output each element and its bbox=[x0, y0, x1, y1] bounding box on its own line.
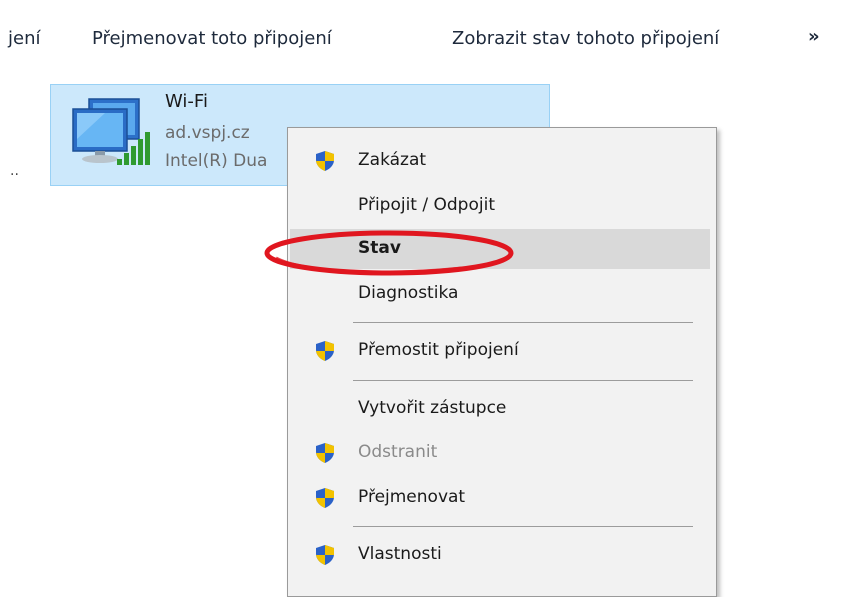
menu-separator bbox=[353, 380, 693, 381]
uac-shield-icon bbox=[316, 488, 334, 508]
uac-shield-icon bbox=[316, 341, 334, 361]
context-menu: Zakázat Připojit / Odpojit Stav Diagnost… bbox=[287, 127, 717, 597]
menu-item-label: Přejmenovat bbox=[358, 487, 466, 507]
menu-separator bbox=[353, 526, 693, 527]
menu-separator bbox=[353, 322, 693, 323]
menu-item-label: Vlastnosti bbox=[358, 544, 442, 564]
menu-item-delete: Odstranit bbox=[290, 433, 710, 473]
connection-name: Wi-Fi bbox=[165, 91, 208, 112]
command-bar: jení Přejmenovat toto připojení Zobrazit… bbox=[0, 0, 846, 78]
menu-item-disable[interactable]: Zakázat bbox=[290, 141, 710, 181]
menu-item-bridge[interactable]: Přemostit připojení bbox=[290, 331, 710, 371]
menu-item-connect-disconnect[interactable]: Připojit / Odpojit bbox=[290, 186, 710, 226]
menu-item-rename[interactable]: Přejmenovat bbox=[290, 478, 710, 518]
red-annotation-ellipse bbox=[264, 230, 514, 276]
uac-shield-icon bbox=[316, 443, 334, 463]
uac-shield-icon bbox=[316, 545, 334, 565]
menu-item-label: Zakázat bbox=[358, 150, 427, 170]
menu-item-create-shortcut[interactable]: Vytvořit zástupce bbox=[290, 389, 710, 429]
rename-connection-button[interactable]: Přejmenovat toto připojení bbox=[92, 28, 332, 49]
menu-item-label: Připojit / Odpojit bbox=[358, 195, 495, 215]
network-adapter-wifi-icon bbox=[72, 98, 150, 165]
toolbar-item-cut-off[interactable]: jení bbox=[8, 28, 40, 49]
truncated-text: .. bbox=[10, 163, 19, 179]
menu-item-label: Odstranit bbox=[358, 442, 438, 462]
overflow-chevron-icon[interactable]: » bbox=[808, 26, 820, 47]
uac-shield-icon bbox=[316, 151, 334, 171]
menu-item-properties[interactable]: Vlastnosti bbox=[290, 535, 710, 575]
menu-item-diagnose[interactable]: Diagnostika bbox=[290, 274, 710, 314]
menu-item-label: Diagnostika bbox=[358, 283, 459, 303]
view-status-button[interactable]: Zobrazit stav tohoto připojení bbox=[452, 28, 719, 49]
connection-network: ad.vspj.cz bbox=[165, 123, 250, 143]
menu-item-label: Přemostit připojení bbox=[358, 340, 519, 360]
connection-adapter: Intel(R) Dua bbox=[165, 151, 268, 171]
menu-item-label: Vytvořit zástupce bbox=[358, 398, 507, 418]
